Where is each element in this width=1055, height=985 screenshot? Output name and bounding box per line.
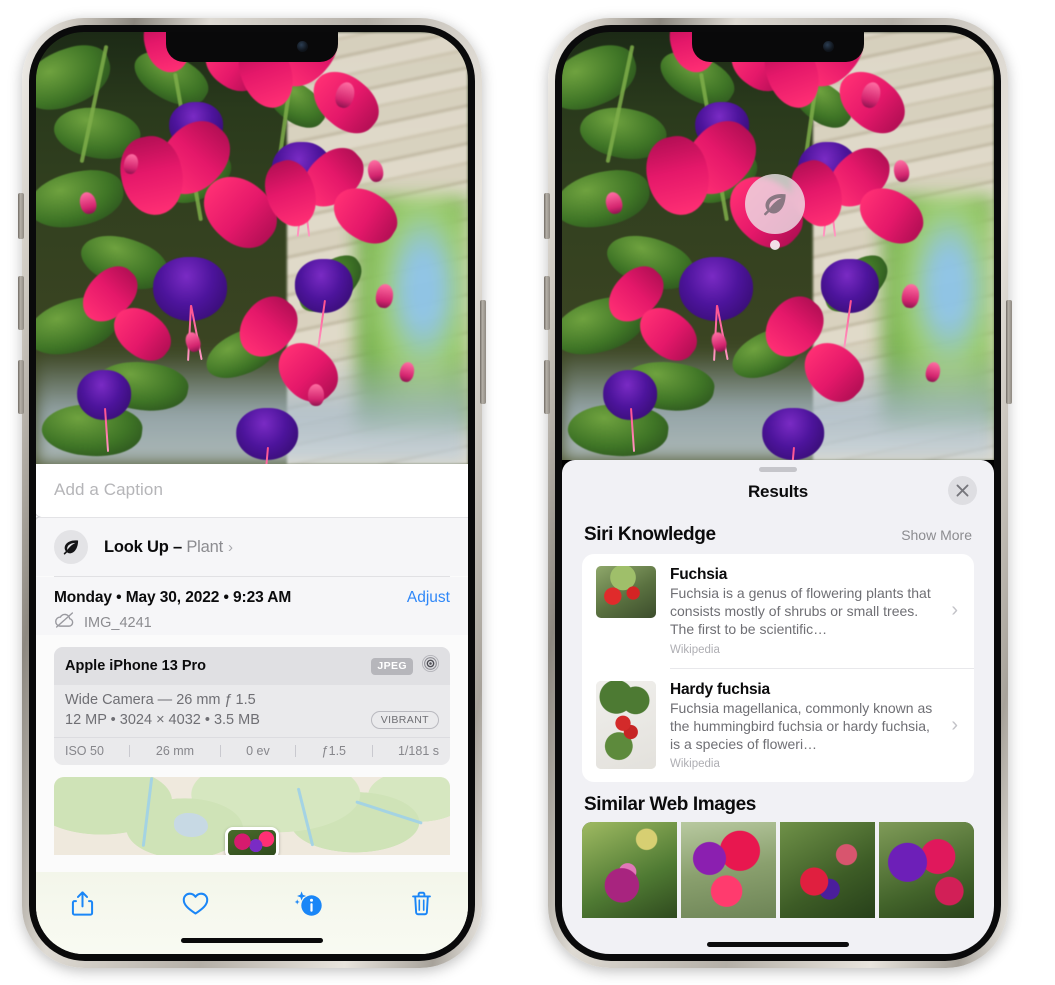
knowledge-title: Fuchsia: [670, 566, 728, 583]
cloud-slash-icon: [54, 612, 75, 633]
fuchsia-blossom: [56, 256, 181, 452]
visual-lookup-badge[interactable]: [745, 174, 805, 250]
knowledge-row[interactable]: Fuchsia Fuchsia is a genus of flowering …: [582, 554, 974, 668]
badge-anchor-dot: [770, 240, 780, 250]
siri-knowledge-card: Fuchsia Fuchsia is a genus of flowering …: [582, 554, 974, 783]
show-more-button[interactable]: Show More: [901, 527, 972, 543]
volume-up-button-left[interactable]: [18, 276, 24, 330]
exif-stat: 26 mm: [155, 744, 195, 758]
device-name: Apple iPhone 13 Pro: [65, 658, 206, 674]
knowledge-source: Wikipedia: [670, 643, 720, 656]
info-sparkle-icon[interactable]: [289, 886, 329, 920]
fuchsia-blossom: [212, 286, 349, 464]
similar-images-strip[interactable]: [582, 822, 974, 919]
photo-viewer[interactable]: [36, 32, 468, 464]
photo-date: Monday • May 30, 2022 • 9:23 AM: [54, 589, 292, 606]
section-title: Similar Web Images: [584, 794, 756, 816]
knowledge-row[interactable]: Hardy fuchsia Fuchsia magellanica, commo…: [582, 669, 974, 783]
stat-separator: [129, 745, 131, 757]
section-title: Siri Knowledge: [584, 524, 716, 545]
exif-stat: 1/181 s: [397, 744, 439, 758]
web-image-thumbnail[interactable]: [780, 822, 875, 919]
heart-icon[interactable]: [175, 886, 215, 920]
photo-toolbar: [36, 872, 468, 926]
chevron-right-icon: ›: [227, 538, 233, 556]
web-image-thumbnail[interactable]: [681, 822, 776, 919]
similar-web-images-header: Similar Web Images: [562, 782, 994, 822]
exif-body: Wide Camera — 26 mm ƒ 1.5 12 MP • 3024 ×…: [54, 685, 450, 737]
map-lake: [174, 813, 208, 837]
web-image-thumbnail[interactable]: [879, 822, 974, 919]
size-line: 12 MP • 3024 × 4032 • 3.5 MB: [65, 712, 260, 728]
silent-switch-right[interactable]: [544, 193, 550, 239]
camera-line: Wide Camera — 26 mm ƒ 1.5: [65, 692, 256, 708]
results-sheet: Results Siri Knowledge Show More Fuchsia…: [562, 460, 994, 954]
knowledge-title: Hardy fuchsia: [670, 680, 770, 698]
left-phone-screen: Add a Caption ✧ ✧ Look Up – Plant›: [36, 32, 468, 954]
front-camera-icon: [297, 41, 308, 52]
look-up-subject: Plant: [186, 537, 223, 556]
stat-separator: [295, 745, 297, 757]
power-button-right[interactable]: [1006, 300, 1012, 404]
filename: IMG_4241: [84, 614, 152, 631]
adjust-button[interactable]: Adjust: [407, 589, 450, 607]
results-title: Results: [747, 482, 808, 501]
look-up-label: Look Up – Plant ›: [104, 538, 233, 557]
silent-switch-left[interactable]: [18, 193, 24, 239]
knowledge-description: Fuchsia magellanica, commonly known as t…: [670, 699, 933, 752]
volume-down-button-right[interactable]: [544, 360, 550, 414]
look-up-text: Look Up –: [104, 537, 187, 556]
knowledge-thumbnail: [596, 680, 656, 769]
front-camera-icon: [823, 41, 834, 52]
right-phone: Results Siri Knowledge Show More Fuchsia…: [544, 18, 1012, 968]
exif-stat: ISO 50: [65, 744, 104, 758]
volume-up-button-right[interactable]: [544, 276, 550, 330]
siri-knowledge-header: Siri Knowledge Show More: [562, 512, 994, 554]
exif-stat: 0 ev: [246, 744, 270, 758]
share-icon[interactable]: [62, 886, 102, 920]
home-indicator-right[interactable]: [562, 942, 994, 947]
fuchsia-blossom: [738, 286, 875, 460]
knowledge-source: Wikipedia: [670, 758, 720, 771]
leaf-icon: [54, 530, 88, 564]
stat-separator: [219, 745, 221, 757]
location-map[interactable]: [54, 777, 450, 855]
format-badge: JPEG: [371, 657, 413, 675]
notch-left: [166, 32, 338, 62]
web-image-thumbnail[interactable]: [582, 822, 677, 919]
chevron-right-icon: ›: [951, 714, 958, 737]
chevron-right-icon: ›: [951, 599, 958, 622]
stat-separator: [371, 745, 373, 757]
flower-bud: [308, 384, 324, 406]
caption-input[interactable]: Add a Caption: [36, 464, 468, 518]
home-indicator-left[interactable]: [36, 926, 468, 954]
right-phone-screen: Results Siri Knowledge Show More Fuchsia…: [562, 32, 994, 954]
knowledge-thumbnail: [596, 566, 656, 618]
power-button-left[interactable]: [480, 300, 486, 404]
photographic-style-pill: VIBRANT: [370, 711, 439, 729]
exif-card[interactable]: Apple iPhone 13 Pro JPEG Wide Camera — 2…: [54, 647, 450, 765]
metadata-block: Monday • May 30, 2022 • 9:23 AM Adjust I…: [36, 577, 468, 635]
exif-header: Apple iPhone 13 Pro JPEG: [54, 647, 450, 685]
knowledge-description: Fuchsia is a genus of flowering plants t…: [670, 585, 931, 637]
notch-right: [692, 32, 864, 62]
results-header: Results: [562, 472, 994, 512]
photo-info-sheet: Add a Caption ✧ ✧ Look Up – Plant›: [36, 464, 468, 954]
left-phone: Add a Caption ✧ ✧ Look Up – Plant›: [18, 18, 486, 968]
exif-stat: ƒ1.5: [321, 744, 347, 758]
look-up-row[interactable]: ✧ ✧ Look Up – Plant›: [36, 508, 468, 576]
screenshot-root: Add a Caption ✧ ✧ Look Up – Plant›: [0, 0, 1055, 985]
aperture-icon: [421, 654, 440, 678]
volume-down-button-left[interactable]: [18, 360, 24, 414]
map-photo-pin[interactable]: [225, 827, 279, 855]
close-icon[interactable]: [948, 476, 977, 505]
photo-viewer-lookup[interactable]: [562, 32, 994, 460]
fuchsia-blossom: [582, 256, 707, 452]
trash-icon[interactable]: [402, 886, 442, 920]
exif-stats: ISO 50 26 mm 0 ev ƒ1.5 1/181 s: [54, 737, 450, 765]
